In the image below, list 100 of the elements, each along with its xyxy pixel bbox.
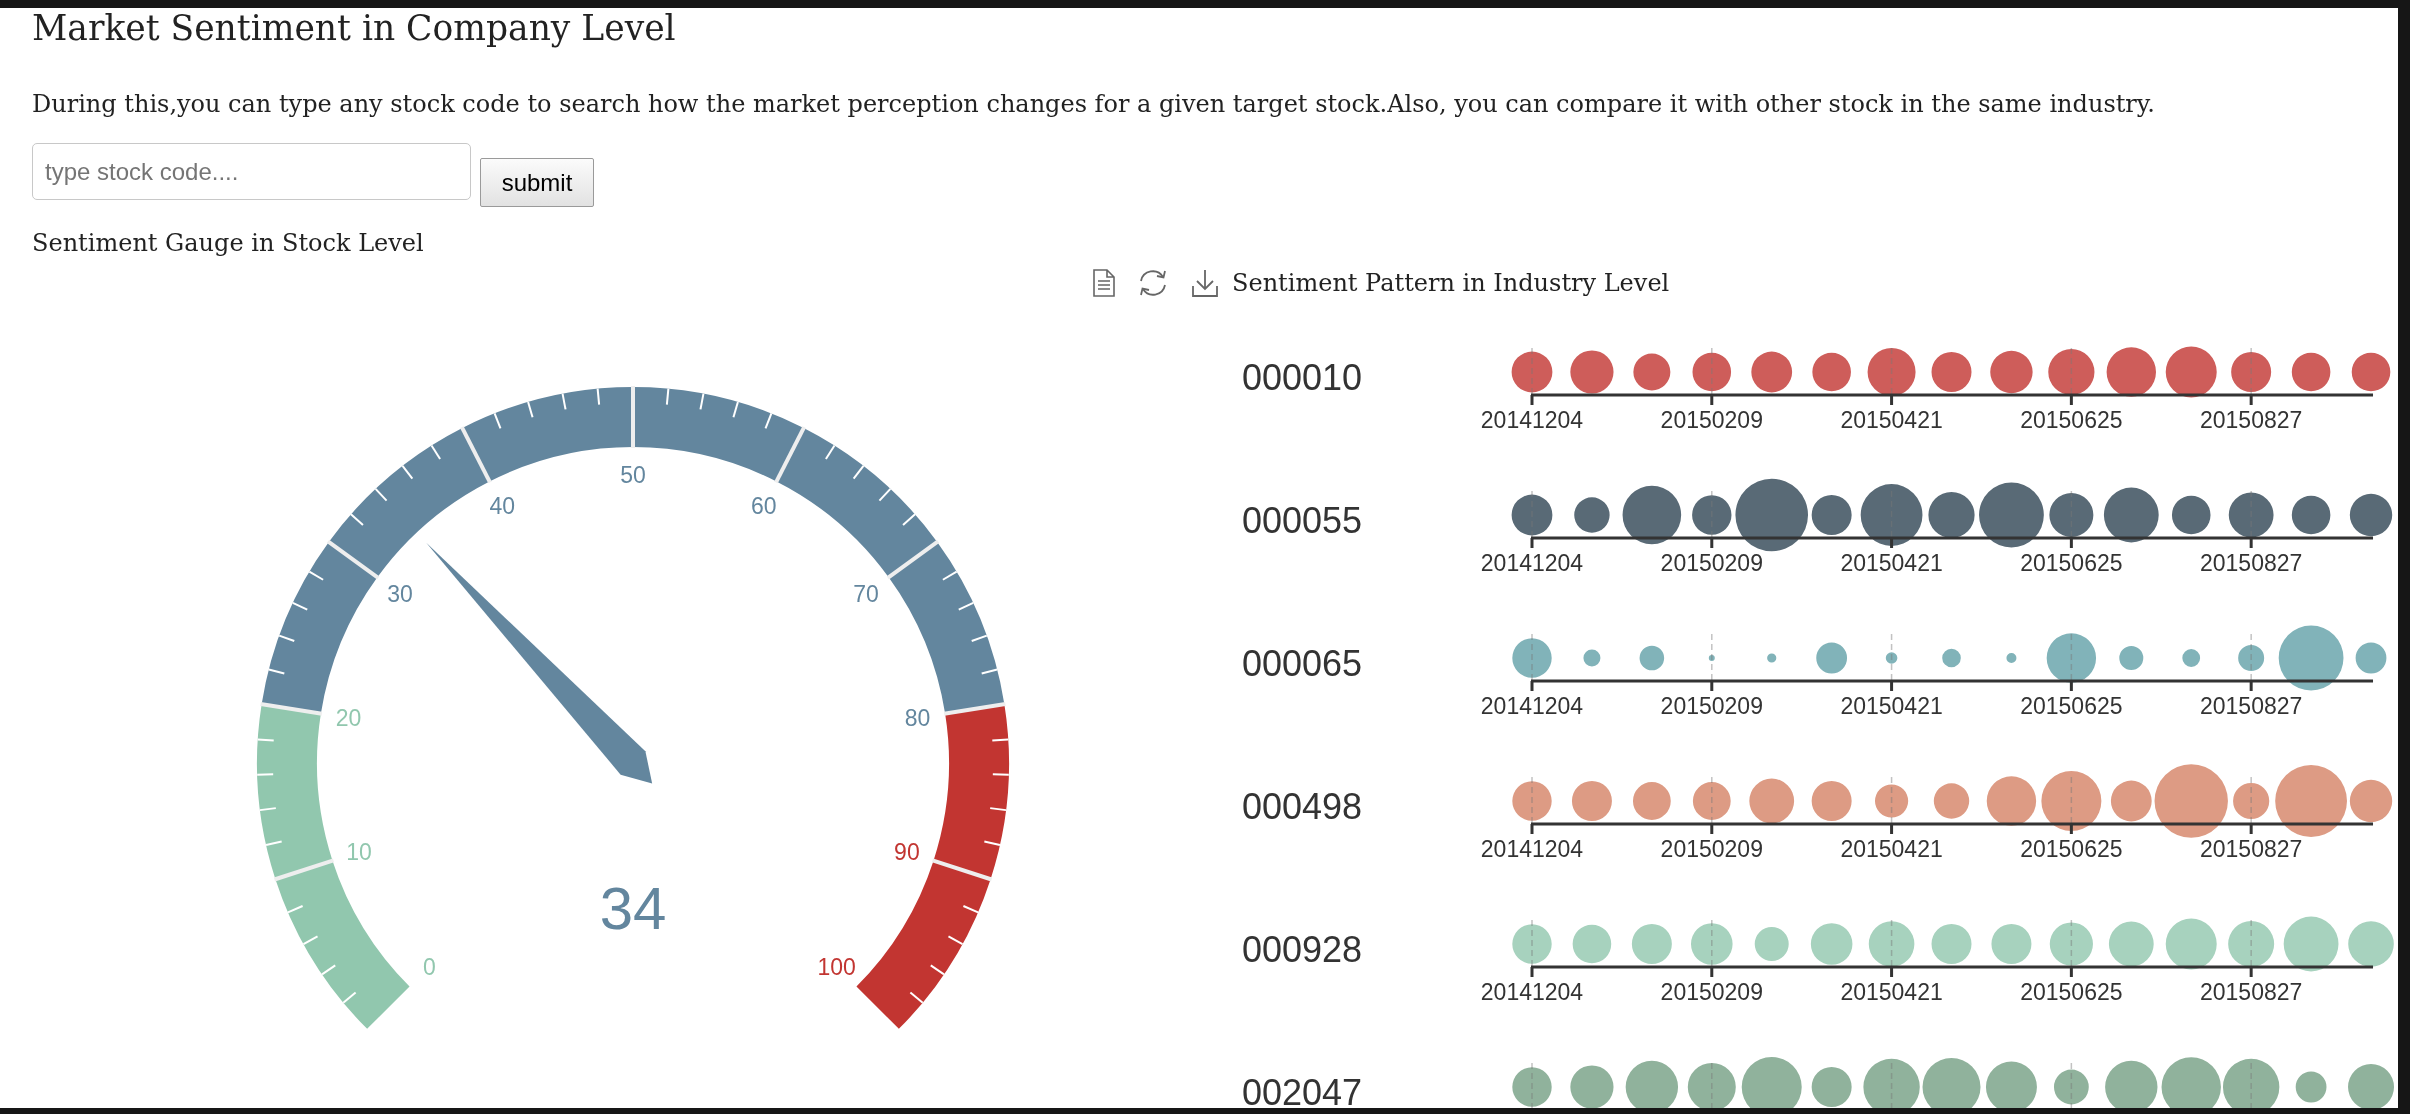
gauge-tick-label: 40 [489,493,516,520]
gauge-minor-tick [527,400,534,419]
gauge-minor-tick [286,904,304,914]
gauge-minor-tick [349,513,364,526]
gauge-minor-tick [308,570,325,581]
gauge-tick-label: 20 [335,704,362,731]
date-label: 20141204 [1480,550,1584,576]
date-label: 20150625 [2020,979,2123,1005]
gauge-major-tick [886,539,940,580]
gauge-minor-tick [909,991,924,1004]
gauge-minor-tick [302,935,319,946]
gauge-minor-tick [941,570,958,581]
date-label: 20150827 [2200,407,2303,433]
gauge-minor-tick [401,464,414,480]
gauge-minor-tick [493,412,502,430]
gauge-major-tick [631,386,635,448]
gauge-major-tick [273,858,335,882]
date-label: 20141204 [1480,979,1584,1005]
stock-code: 000498 [1242,787,1363,827]
gauge-minor-tick [561,392,567,411]
date-label: 20141204 [1480,693,1584,719]
date-label: 20150421 [1840,407,1943,433]
gauge-minor-tick [342,991,357,1004]
page-description: During this,you can type any stock code to search how the market perception changes for a given target stock.Also, you can compare it with other stock in the same industry. [32,89,2155,120]
gauge-minor-tick [256,773,275,776]
submit-button[interactable]: submit [480,158,594,207]
date-label: 20150827 [2200,693,2303,719]
date-label: 20150421 [1840,550,1943,576]
gauge-minor-tick [430,444,442,461]
gauge-minor-tick [374,487,388,502]
gauge-minor-tick [962,904,980,914]
gauge-minor-tick [902,513,917,526]
date-label: 20150209 [1660,407,1763,433]
gauge-tick-label: 60 [750,493,777,520]
document-icon[interactable] [1093,269,1115,297]
chart-title: Sentiment Pattern in Industry Level [1232,268,1670,298]
gauge-minor-tick [596,387,601,406]
gauge-minor-tick [991,738,1010,742]
date-label: 20150209 [1660,550,1763,576]
gauge-minor-tick [989,807,1008,812]
gauge-title: Sentiment Gauge in Stock Level [32,228,424,258]
search-field[interactable]: type stock code.... [32,143,471,200]
date-label: 20141204 [1480,836,1584,862]
gauge-tick-label: 30 [387,580,413,607]
gauge-major-tick [460,426,492,484]
gauge-minor-tick [256,738,275,742]
date-label: 20150625 [2020,550,2123,576]
gauge-major-tick [260,702,323,716]
date-label: 20150625 [2020,836,2123,862]
gauge-minor-tick [732,400,739,419]
date-label: 20150827 [2200,979,2303,1005]
stock-code: 000055 [1242,501,1363,541]
gauge-minor-tick [991,773,1010,776]
date-label: 20150209 [1660,979,1763,1005]
gauge-tick-label: 80 [904,704,931,731]
gauge-tick-label: 10 [346,839,372,865]
gauge-minor-tick [980,668,999,675]
gauge-minor-tick [983,840,1001,846]
refresh-icon[interactable] [1138,269,1168,297]
gauge-tick-label: 0 [422,953,436,980]
date-label: 20150827 [2200,836,2303,862]
gauge-minor-tick [265,840,283,846]
gauge-minor-tick [258,807,277,812]
gauge-major-tick [326,539,380,580]
date-label: 20150827 [2200,550,2303,576]
gauge-value: 34 [599,874,667,942]
stock-code: 000928 [1242,930,1363,970]
date-label: 20150209 [1660,693,1763,719]
date-label: 20141204 [1480,407,1584,433]
gauge-major-tick [943,702,1006,716]
stock-code: 000010 [1242,358,1363,398]
gauge-minor-tick [699,392,705,411]
date-label: 20150421 [1840,979,1943,1005]
gauge-minor-tick [764,412,773,430]
download-icon[interactable] [1192,269,1218,297]
gauge-major-tick [774,426,806,484]
gauge-minor-tick [824,444,836,461]
gauge-tick-label: 100 [817,953,856,980]
gauge-major-tick [931,858,993,882]
gauge-tick-label: 50 [620,462,646,488]
date-label: 20150209 [1660,836,1763,862]
gauge-minor-tick [878,487,892,502]
gauge-minor-tick [852,464,865,480]
date-label: 20150625 [2020,407,2123,433]
date-label: 20150421 [1840,693,1943,719]
gauge-minor-tick [947,935,964,946]
gauge-minor-tick [665,387,670,406]
gauge-tick-label: 90 [894,839,920,865]
gauge-tick-label: 70 [853,580,879,607]
date-label: 20150421 [1840,836,1943,862]
gauge-minor-tick [957,601,975,611]
gauge-minor-tick [278,634,296,643]
gauge-minor-tick [291,601,309,611]
gauge-minor-tick [267,668,286,675]
gauge-minor-tick [929,964,945,976]
stock-code: 002047 [1242,1073,1363,1108]
page-title: Market Sentiment in Company Level [32,8,676,48]
gauge-minor-tick [321,964,337,976]
gauge-minor-tick [970,634,988,643]
date-label: 20150625 [2020,693,2123,719]
